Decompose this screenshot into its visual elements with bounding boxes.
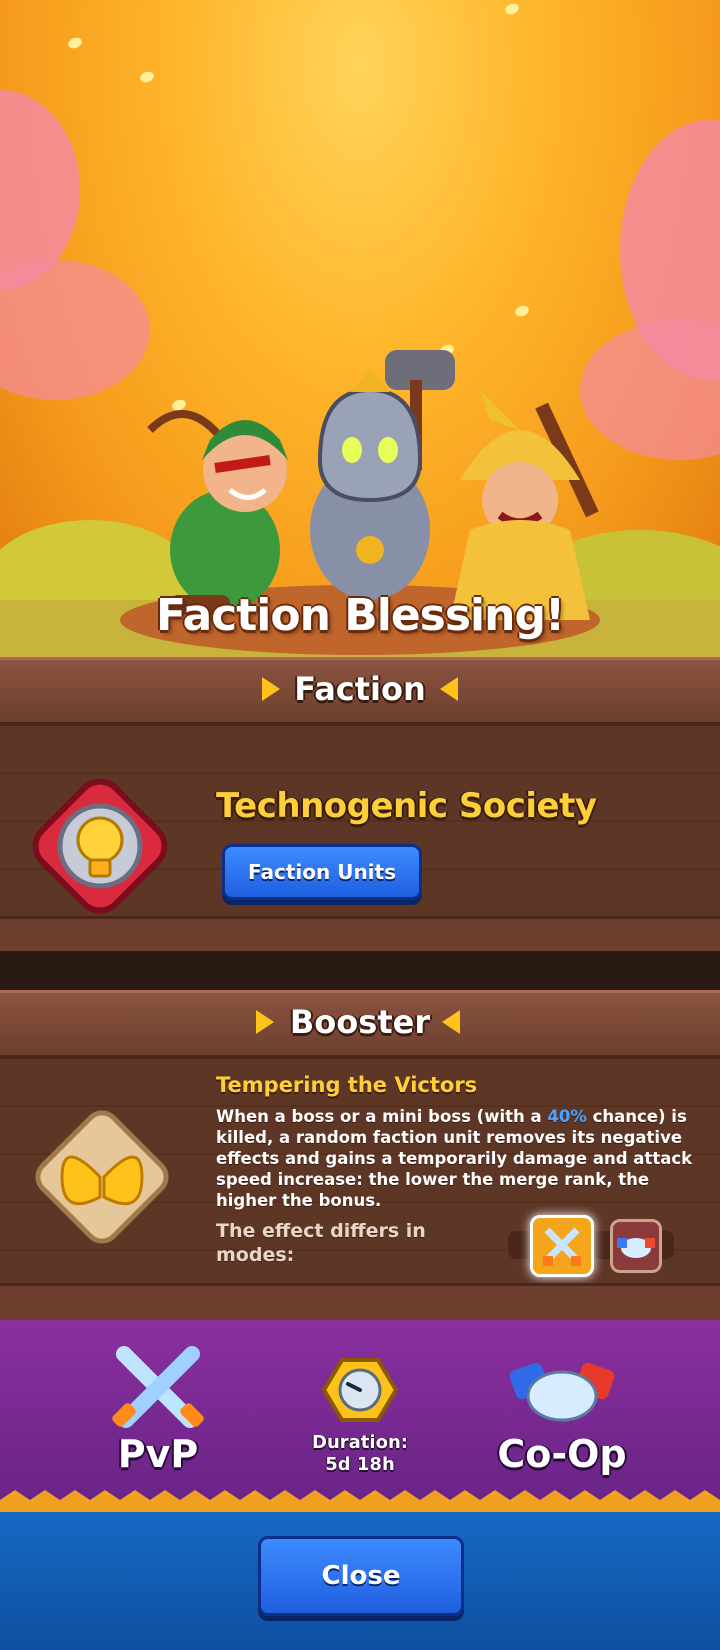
cloud-left-2 [0, 260, 150, 400]
duration-clock-icon [322, 1358, 398, 1422]
mode-tab-pvp[interactable] [530, 1215, 594, 1277]
mode-tab-coop[interactable] [610, 1219, 662, 1273]
coop-handshake-icon [509, 1362, 615, 1422]
booster-header-label: Booster [289, 1003, 431, 1041]
pvp-swords-icon [112, 1346, 204, 1428]
duration-value: 5d 18h [325, 1454, 395, 1475]
booster-chance-value: 40% [547, 1107, 587, 1126]
faction-units-button[interactable]: Faction Units [222, 844, 422, 900]
faction-panel: Technogenic Society Faction Units [0, 726, 720, 951]
spark [138, 69, 156, 85]
faction-header-label: Faction [294, 670, 426, 708]
lightbulb-gear-icon [32, 778, 168, 914]
modes-strip: PvP Duration: 5d 18h Co-Op [0, 1320, 720, 1500]
zigzag-divider [0, 1490, 720, 1514]
modes-differ-label: The effect differs in modes: [216, 1220, 426, 1266]
spark [66, 35, 84, 51]
faction-header: Faction [0, 657, 720, 726]
panel-divider [0, 916, 720, 951]
arrow-left-icon [440, 677, 458, 701]
close-button[interactable]: Close [258, 1536, 464, 1616]
booster-title: Tempering the Victors [216, 1073, 478, 1097]
arrow-left-icon [442, 1010, 460, 1034]
duration-label: Duration: [312, 1432, 408, 1453]
booster-panel: Tempering the Victors When a boss or a m… [0, 1059, 720, 1322]
golden-wings-icon [35, 1110, 169, 1244]
coop-label: Co-Op [497, 1432, 627, 1476]
spark [503, 1, 521, 17]
booster-header: Booster [0, 990, 720, 1059]
panel-divider [0, 1283, 720, 1322]
spark [513, 303, 531, 319]
hero-banner: Faction Blessing! [0, 0, 720, 660]
wizard-character [450, 390, 599, 620]
pvp-label: PvP [117, 1432, 199, 1476]
crossed-swords-icon [543, 1227, 581, 1266]
handshake-icon [617, 1238, 655, 1258]
booster-desc-text: When a boss or a mini boss (with a [216, 1107, 548, 1126]
footer: Close [0, 1512, 720, 1650]
booster-description: When a boss or a mini boss (with a 40% c… [216, 1106, 696, 1211]
faction-name: Technogenic Society [216, 786, 597, 826]
banner-title: Faction Blessing! [155, 590, 565, 641]
